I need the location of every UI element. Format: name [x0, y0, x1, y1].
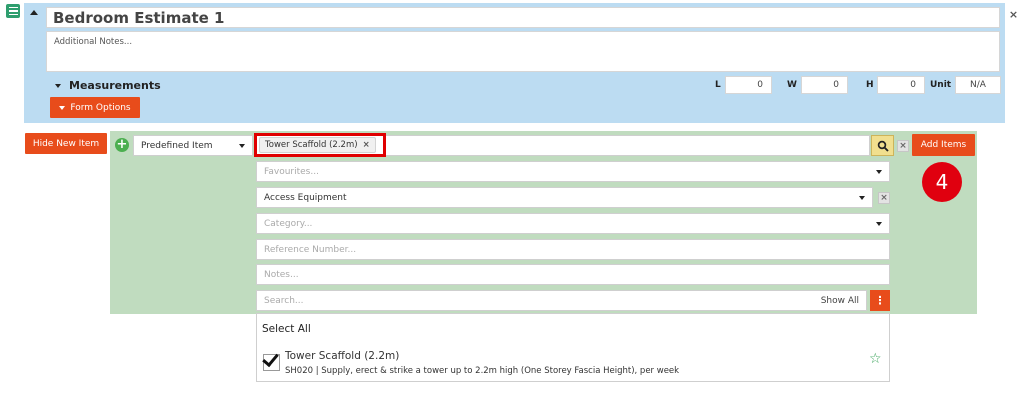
highlight-box: [254, 133, 386, 157]
notes-field[interactable]: Notes...: [256, 264, 890, 285]
clear-group-icon[interactable]: ×: [878, 192, 890, 204]
item-search-placeholder: Search...: [264, 295, 304, 306]
step-number-badge: 4: [922, 162, 962, 202]
item-type-select[interactable]: Predefined Item: [133, 135, 253, 156]
favourites-placeholder: Favourites...: [264, 166, 319, 177]
search-icon: [877, 140, 889, 152]
hide-new-item-button[interactable]: Hide New Item: [25, 133, 107, 154]
search-button[interactable]: [871, 135, 894, 156]
group-value: Access Equipment: [264, 192, 347, 203]
show-all-link[interactable]: Show All: [821, 296, 859, 306]
chevron-down-icon: [876, 169, 882, 174]
height-input[interactable]: 0: [877, 76, 925, 94]
result-item-description: SH020 | Supply, erect & strike a tower u…: [285, 366, 680, 376]
form-options-label: Form Options: [70, 102, 131, 113]
reference-number-field[interactable]: Reference Number...: [256, 239, 890, 260]
more-options-button[interactable]: ⋮: [870, 290, 890, 311]
height-label: H: [866, 80, 874, 90]
unit-label: Unit: [930, 80, 952, 90]
select-all-option[interactable]: Select All: [262, 323, 311, 335]
additional-notes-field[interactable]: [46, 31, 1000, 72]
chevron-down-icon: [859, 195, 865, 200]
chevron-down-icon: [239, 143, 245, 148]
collapse-caret-icon[interactable]: [30, 10, 38, 15]
item-search-input[interactable]: Search... Show All: [256, 290, 867, 311]
width-input[interactable]: 0: [801, 76, 848, 94]
category-select[interactable]: Category...: [256, 213, 890, 234]
length-label: L: [715, 80, 721, 90]
group-select[interactable]: Access Equipment: [256, 187, 873, 208]
add-icon[interactable]: +: [115, 138, 129, 152]
form-options-caret-icon: [59, 105, 66, 110]
result-item-name[interactable]: Tower Scaffold (2.2m): [285, 350, 399, 362]
form-options-button[interactable]: Form Options: [50, 97, 140, 118]
favourite-star-icon[interactable]: ☆: [869, 352, 882, 366]
chevron-down-icon: [876, 221, 882, 226]
item-type-value: Predefined Item: [141, 140, 213, 151]
measurements-label[interactable]: Measurements: [69, 79, 161, 92]
favourites-select[interactable]: Favourites...: [256, 161, 890, 182]
close-icon[interactable]: ×: [1008, 9, 1019, 20]
category-placeholder: Category...: [264, 218, 313, 229]
clear-search-icon[interactable]: ×: [897, 140, 909, 152]
add-items-button[interactable]: Add Items: [912, 134, 975, 156]
estimate-title: Bedroom Estimate 1: [53, 9, 225, 27]
unit-input[interactable]: N/A: [955, 76, 1001, 94]
menu-icon[interactable]: [6, 4, 20, 18]
additional-notes-placeholder: Additional Notes...: [54, 37, 133, 47]
length-input[interactable]: 0: [725, 76, 772, 94]
measurements-toggle-icon[interactable]: [55, 84, 61, 88]
width-label: W: [787, 80, 797, 90]
more-options-icon: ⋮: [874, 294, 886, 307]
